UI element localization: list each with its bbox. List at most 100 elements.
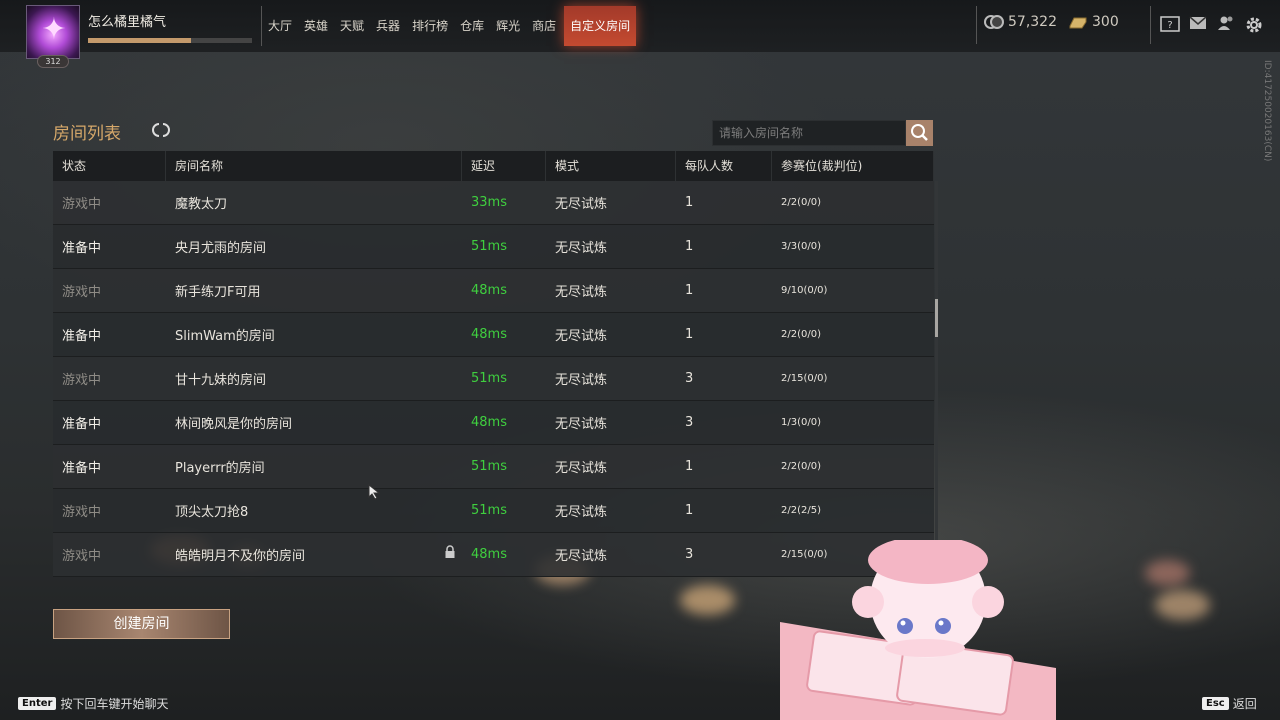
room-ping-text: 51ms — [471, 239, 507, 254]
room-list-title: 房间列表 — [53, 124, 121, 144]
room-name: SlimWam的房间 — [166, 325, 462, 344]
divider — [1150, 6, 1151, 44]
room-table: 状态 房间名称 延迟 模式 每队人数 参赛位(裁判位) 游戏中 魔教太刀 33ms 无尽试炼 1 2… — [53, 151, 934, 577]
refresh-icon[interactable] — [151, 121, 171, 139]
table-row[interactable]: 游戏中 魔教太刀 33ms 无尽试炼 1 2/2(0/0) — [53, 181, 934, 225]
room-name-text: Playerrr的房间 — [175, 461, 265, 476]
player-level-badge: 312 — [37, 55, 69, 68]
room-team-size-text: 3 — [685, 547, 694, 562]
room-name: 甘十九妹的房间 — [166, 369, 462, 388]
room-search-field[interactable] — [712, 120, 906, 146]
room-ping: 48ms — [462, 547, 546, 562]
room-slots: 3/3(0/0) — [772, 241, 934, 252]
nav-tab-5[interactable]: 仓库 — [454, 6, 490, 46]
room-mode-text: 无尽试炼 — [555, 461, 608, 476]
room-slots: 2/2(0/0) — [772, 329, 934, 340]
table-row[interactable]: 游戏中 甘十九妹的房间 51ms 无尽试炼 3 2/15(0/0) — [53, 357, 934, 401]
create-room-button[interactable]: 创建房间 — [53, 609, 230, 639]
room-status: 游戏中 — [53, 281, 166, 300]
main-nav: 大厅 英雄 天赋 兵器 排行榜 仓库 辉光 商店 自定义房间 — [261, 6, 637, 46]
room-mode: 无尽试炼 — [546, 545, 676, 564]
table-row[interactable]: 游戏中 新手练刀F可用 48ms 无尽试炼 1 9/10(0/0) — [53, 269, 934, 313]
avatar-emblem-icon: ✦ — [41, 12, 67, 47]
room-name-text: 魔教太刀 — [175, 197, 228, 212]
search-icon — [911, 124, 928, 141]
top-bar: ✦ 312 怎么橘里橘气 大厅 英雄 天赋 兵器 排行榜 仓库 辉光 商店 自定义房间 57,3… — [0, 0, 1280, 68]
friends-icon[interactable] — [1216, 15, 1236, 35]
room-ping-text: 48ms — [471, 327, 507, 342]
esc-key-badge: Esc — [1202, 697, 1229, 710]
room-ping: 48ms — [462, 327, 546, 342]
gold-currency: 57,322 — [984, 14, 1057, 30]
room-mode: 无尽试炼 — [546, 193, 676, 212]
gold-amount: 57,322 — [1008, 14, 1057, 30]
divider — [976, 6, 977, 44]
room-status: 游戏中 — [53, 501, 166, 520]
room-mode: 无尽试炼 — [546, 369, 676, 388]
room-team-size: 1 — [676, 239, 772, 254]
search-button[interactable] — [906, 120, 933, 146]
room-mode: 无尽试炼 — [546, 325, 676, 344]
table-row[interactable]: 准备中 Playerrr的房间 51ms 无尽试炼 1 2/2(0/0) — [53, 445, 934, 489]
room-slots-text: 2/2(2/5) — [781, 505, 821, 516]
room-team-size: 3 — [676, 415, 772, 430]
nav-tab-7[interactable]: 商店 — [526, 6, 562, 46]
room-status-text: 游戏中 — [62, 197, 102, 212]
room-list-scrollbar[interactable] — [935, 181, 938, 573]
nav-tab-6[interactable]: 辉光 — [490, 6, 526, 46]
room-name: 林间晚风是你的房间 — [166, 413, 462, 432]
column-header-1: 房间名称 — [166, 151, 462, 181]
room-team-size-text: 1 — [685, 327, 694, 342]
settings-gear-icon[interactable] — [1244, 15, 1264, 35]
room-status-text: 准备中 — [62, 329, 102, 344]
nav-tab-0[interactable]: 大厅 — [262, 6, 298, 46]
nav-tab-2[interactable]: 天赋 — [334, 6, 370, 46]
back-hint[interactable]: Esc 返回 — [1202, 695, 1257, 712]
column-header-5: 参赛位(裁判位) — [772, 151, 934, 181]
room-slots: 2/2(2/5) — [772, 505, 934, 516]
chat-hint-text: 按下回车键开始聊天 — [60, 697, 169, 711]
room-name: 魔教太刀 — [166, 193, 462, 212]
room-ping-text: 48ms — [471, 283, 507, 298]
room-status: 游戏中 — [53, 545, 166, 564]
room-team-size-text: 1 — [685, 283, 694, 298]
back-hint-text: 返回 — [1232, 697, 1257, 711]
room-team-size-text: 1 — [685, 239, 694, 254]
nav-tab-8[interactable]: 自定义房间 — [564, 6, 637, 46]
table-row[interactable]: 准备中 林间晚风是你的房间 48ms 无尽试炼 3 1/3(0/0) — [53, 401, 934, 445]
room-name-text: 林间晚风是你的房间 — [175, 417, 293, 432]
scrollbar-thumb[interactable] — [935, 299, 938, 337]
room-team-size: 1 — [676, 195, 772, 210]
room-search-input[interactable] — [713, 121, 905, 145]
room-team-size-text: 1 — [685, 195, 694, 210]
column-header-0: 状态 — [53, 151, 166, 181]
room-slots-text: 3/3(0/0) — [781, 241, 821, 252]
player-id-text: ID:417250020163(CN) — [1262, 60, 1272, 162]
nav-tab-4[interactable]: 排行榜 — [406, 6, 454, 46]
room-name-text: 皓皓明月不及你的房间 — [175, 549, 306, 564]
table-row[interactable]: 准备中 央月尤雨的房间 51ms 无尽试炼 1 3/3(0/0) — [53, 225, 934, 269]
mail-icon[interactable] — [1188, 15, 1208, 35]
room-table-header: 状态 房间名称 延迟 模式 每队人数 参赛位(裁判位) — [53, 151, 934, 181]
room-team-size: 1 — [676, 459, 772, 474]
help-book-icon[interactable]: ? — [1160, 15, 1180, 35]
room-name: 顶尖太刀抢8 — [166, 501, 462, 520]
player-avatar[interactable]: ✦ — [26, 5, 80, 59]
room-name-text: 顶尖太刀抢8 — [175, 505, 249, 520]
streamer-avatar-overlay — [780, 540, 1056, 720]
room-slots: 2/15(0/0) — [772, 373, 934, 384]
nav-tab-1[interactable]: 英雄 — [298, 6, 334, 46]
room-status: 准备中 — [53, 413, 166, 432]
room-ping: 51ms — [462, 371, 546, 386]
mouse-cursor-icon — [368, 484, 381, 500]
room-status: 准备中 — [53, 325, 166, 344]
table-row[interactable]: 准备中 SlimWam的房间 48ms 无尽试炼 1 2/2(0/0) — [53, 313, 934, 357]
room-status-text: 准备中 — [62, 461, 102, 476]
room-slots-text: 2/2(0/0) — [781, 461, 821, 472]
room-ping: 51ms — [462, 239, 546, 254]
room-team-size: 1 — [676, 503, 772, 518]
nav-tab-3[interactable]: 兵器 — [370, 6, 406, 46]
table-row[interactable]: 游戏中 顶尖太刀抢8 51ms 无尽试炼 1 2/2(2/5) — [53, 489, 934, 533]
room-mode-text: 无尽试炼 — [555, 549, 608, 564]
room-mode: 无尽试炼 — [546, 457, 676, 476]
